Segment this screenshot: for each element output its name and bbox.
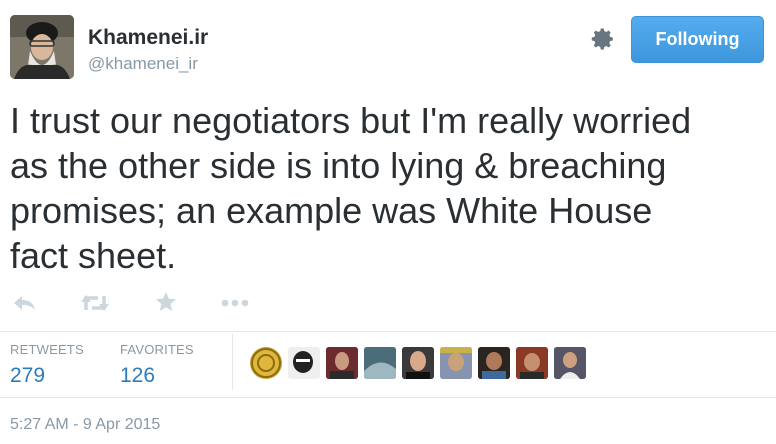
favorite-icon[interactable] bbox=[154, 290, 178, 318]
divider bbox=[0, 331, 776, 332]
more-icon[interactable] bbox=[220, 290, 250, 318]
retweets-label: RETWEETS bbox=[10, 342, 84, 357]
user-avatar[interactable] bbox=[554, 347, 586, 379]
tweet-text-line: fact sheet. bbox=[10, 235, 177, 276]
tweet-text: I trust our negotiators but I'm really w… bbox=[10, 98, 770, 278]
author-username[interactable]: @khamenei_ir bbox=[88, 54, 198, 74]
user-avatar[interactable] bbox=[364, 347, 396, 379]
avatar[interactable] bbox=[10, 15, 74, 79]
author-display-name[interactable]: Khamenei.ir bbox=[88, 26, 208, 50]
following-button[interactable]: Following bbox=[631, 16, 764, 63]
favorites-label: FAVORITES bbox=[120, 342, 194, 357]
retweets-count[interactable]: 279 bbox=[10, 364, 45, 388]
user-avatar[interactable] bbox=[250, 347, 282, 379]
gear-icon[interactable] bbox=[586, 24, 616, 54]
user-avatar[interactable] bbox=[326, 347, 358, 379]
tweet-timestamp[interactable]: 5:27 AM - 9 Apr 2015 bbox=[10, 416, 160, 434]
user-avatar[interactable] bbox=[516, 347, 548, 379]
user-avatar[interactable] bbox=[288, 347, 320, 379]
retweet-icon[interactable] bbox=[80, 290, 110, 318]
divider bbox=[232, 334, 233, 390]
divider bbox=[0, 397, 776, 398]
user-avatar[interactable] bbox=[478, 347, 510, 379]
user-avatar[interactable] bbox=[402, 347, 434, 379]
user-avatar[interactable] bbox=[440, 347, 472, 379]
tweet-text-line: promises; an example was White House bbox=[10, 190, 653, 231]
tweet-text-line: as the other side is into lying & breach… bbox=[10, 145, 667, 186]
reply-icon[interactable] bbox=[12, 290, 38, 318]
favorites-count[interactable]: 126 bbox=[120, 364, 155, 388]
tweet-text-line: I trust our negotiators but I'm really w… bbox=[10, 100, 692, 141]
avatar-image bbox=[10, 15, 74, 79]
